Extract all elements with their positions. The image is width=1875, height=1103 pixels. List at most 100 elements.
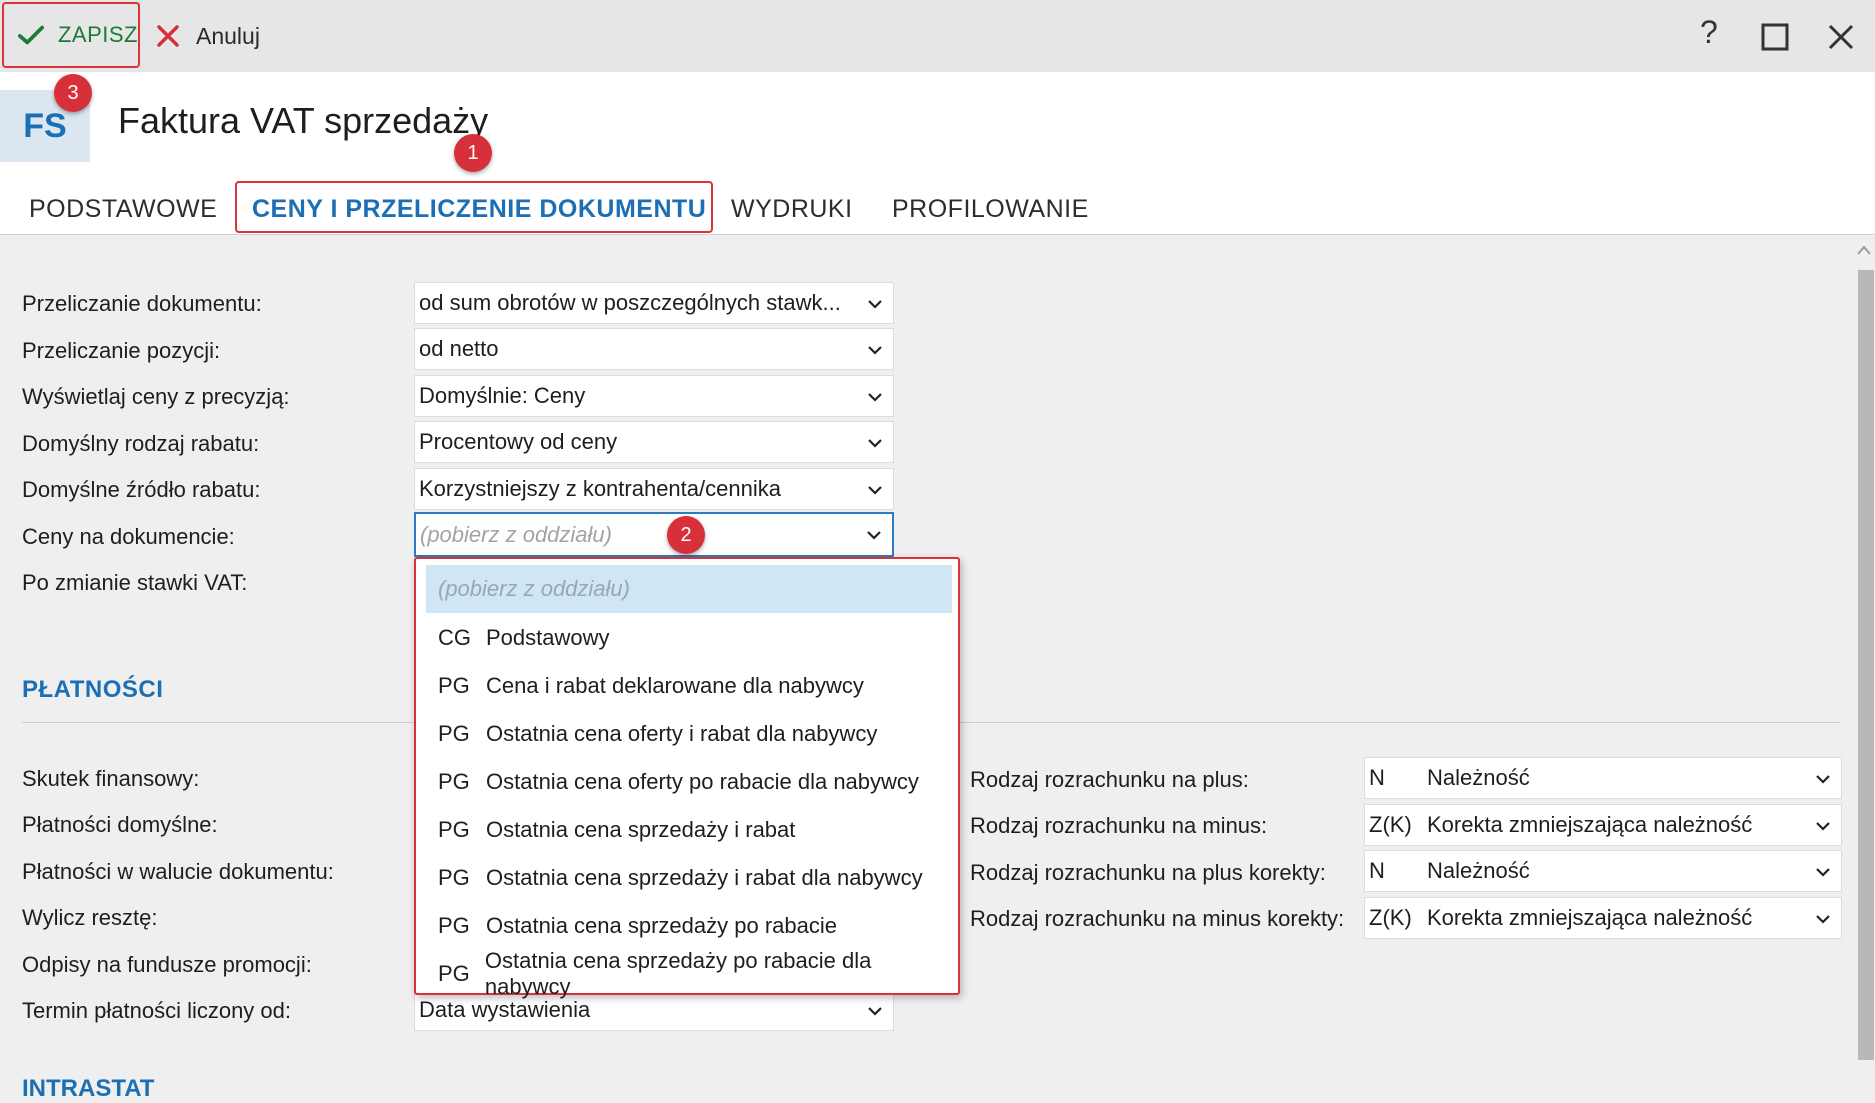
option-code: PG	[438, 769, 470, 794]
option-label: (pobierz z oddziału)	[438, 576, 630, 601]
field-label: Termin płatności liczony od:	[22, 998, 292, 1023]
option-code: PG	[438, 817, 470, 842]
option-label: Ostatnia cena sprzedaży i rabat	[486, 817, 796, 842]
select-code: N	[1369, 765, 1385, 790]
option-label: Ostatnia cena sprzedaży i rabat dla naby…	[486, 865, 923, 890]
dropdown-option[interactable]: PG Ostatnia cena sprzedaży i rabat	[426, 806, 952, 854]
field-label: Płatności w walucie dokumentu:	[22, 859, 334, 884]
field-label: Rodzaj rozrachunku na plus korekty:	[970, 860, 1326, 885]
save-label: ZAPISZ	[57, 22, 138, 47]
chevron-down-icon	[1816, 822, 1830, 831]
option-code: PG	[438, 721, 470, 746]
option-label: Ostatnia cena oferty i rabat dla nabywcy	[486, 721, 878, 746]
scroll-up-icon[interactable]	[1856, 244, 1872, 256]
document-calculation-select[interactable]: od sum obrotów w poszczególnych stawk...	[414, 282, 894, 324]
annotation-marker-1: 1	[454, 134, 492, 172]
select-code: Z(K)	[1369, 905, 1412, 930]
dropdown-option[interactable]: PG Ostatnia cena sprzedaży i rabat dla n…	[426, 854, 952, 902]
chevron-down-icon	[1816, 775, 1830, 784]
chevron-down-icon	[868, 300, 882, 309]
settlement-plus-select[interactable]: N Należność	[1364, 757, 1842, 799]
field-label: Rodzaj rozrachunku na minus:	[970, 813, 1268, 838]
chevron-down-icon	[868, 1007, 882, 1016]
annotation-marker-3: 3	[54, 74, 92, 112]
toolbar	[0, 0, 1875, 72]
discount-type-select[interactable]: Procentowy od ceny	[414, 421, 894, 463]
field-label: Odpisy na fundusze promocji:	[22, 952, 312, 977]
chevron-down-icon	[867, 531, 881, 540]
chevron-down-icon	[868, 439, 882, 448]
dropdown-option[interactable]: PG Ostatnia cena oferty i rabat dla naby…	[426, 710, 952, 758]
chevron-down-icon	[1816, 868, 1830, 877]
chevron-down-icon	[1816, 915, 1830, 924]
annotation-marker-2: 2	[667, 516, 705, 554]
select-value: Korekta zmniejszająca należność	[1427, 905, 1753, 930]
dropdown-option[interactable]: PG Ostatnia cena oferty po rabacie dla n…	[426, 758, 952, 806]
select-value: Należność	[1427, 858, 1530, 883]
scrollbar-thumb[interactable]	[1858, 270, 1874, 1060]
dropdown-option-selected[interactable]: (pobierz z oddziału)	[426, 565, 952, 613]
option-label: Ostatnia cena oferty po rabacie dla naby…	[486, 769, 919, 794]
cancel-button[interactable]: Anuluj	[156, 18, 260, 54]
section-title-intrastat: INTRASTAT	[22, 1075, 155, 1102]
chevron-down-icon	[868, 486, 882, 495]
option-code: PG	[438, 673, 470, 698]
field-label: Domyślne źródło rabatu:	[22, 477, 261, 502]
settlement-minus-select[interactable]: Z(K) Korekta zmniejszająca należność	[1364, 804, 1842, 846]
settlement-minus-correction-select[interactable]: Z(K) Korekta zmniejszająca należność	[1364, 897, 1842, 939]
select-code: N	[1369, 858, 1385, 883]
maximize-icon[interactable]	[1761, 23, 1789, 51]
select-value: od netto	[419, 336, 499, 361]
option-code: PG	[438, 865, 470, 890]
option-label: Ostatnia cena sprzedaży po rabacie	[486, 913, 837, 938]
window-close-icon[interactable]	[1828, 24, 1854, 50]
select-value: Korzystniejszy z kontrahenta/cennika	[419, 476, 781, 501]
field-label: Przeliczanie pozycji:	[22, 338, 221, 363]
save-button[interactable]: ZAPISZ	[2, 2, 140, 68]
option-label: Podstawowy	[486, 625, 610, 650]
tab-wydruki[interactable]: WYDRUKI	[731, 195, 853, 224]
select-value: Procentowy od ceny	[419, 429, 618, 454]
select-value: (pobierz z oddziału)	[420, 521, 612, 547]
select-code: Z(K)	[1369, 812, 1412, 837]
field-label: Wylicz resztę:	[22, 905, 158, 930]
select-value: Należność	[1427, 765, 1530, 790]
option-code: PG	[438, 961, 470, 986]
chevron-down-icon	[868, 393, 882, 402]
help-icon[interactable]: ?	[1700, 14, 1718, 51]
section-title-payments: PŁATNOŚCI	[22, 676, 164, 703]
select-value: Data wystawienia	[419, 997, 591, 1022]
settlement-plus-correction-select[interactable]: N Należność	[1364, 850, 1842, 892]
dropdown-option[interactable]: PG Ostatnia cena sprzedaży po rabacie dl…	[426, 948, 952, 999]
prices-dropdown-list: (pobierz z oddziału) CG Podstawowy PG Ce…	[414, 557, 960, 999]
tab-ceny-i-przeliczenie[interactable]: CENY I PRZELICZENIE DOKUMENTU	[252, 195, 706, 224]
price-precision-select[interactable]: Domyślnie: Ceny	[414, 375, 894, 417]
field-label: Domyślny rodzaj rabatu:	[22, 431, 260, 456]
field-label: Przeliczanie dokumentu:	[22, 291, 262, 316]
field-label: Płatności domyślne:	[22, 812, 218, 837]
field-label: Ceny na dokumencie:	[22, 524, 235, 549]
tab-profilowanie[interactable]: PROFILOWANIE	[892, 195, 1089, 224]
field-label: Po zmianie stawki VAT:	[22, 570, 248, 595]
field-label: Wyświetlaj ceny z precyzją:	[22, 384, 290, 409]
dropdown-option[interactable]: PG Ostatnia cena sprzedaży po rabacie	[426, 902, 952, 950]
option-label: Cena i rabat deklarowane dla nabywcy	[486, 673, 864, 698]
option-code: PG	[438, 913, 470, 938]
field-label: Skutek finansowy:	[22, 766, 200, 791]
check-icon	[18, 25, 44, 45]
select-value: Korekta zmniejszająca należność	[1427, 812, 1753, 837]
cancel-label: Anuluj	[196, 22, 260, 49]
select-value: od sum obrotów w poszczególnych stawk...	[419, 290, 841, 315]
dropdown-option[interactable]: CG Podstawowy	[426, 614, 952, 662]
field-label: Rodzaj rozrachunku na plus:	[970, 767, 1249, 792]
tab-podstawowe[interactable]: PODSTAWOWE	[29, 195, 217, 224]
option-code: CG	[438, 625, 471, 650]
discount-source-select[interactable]: Korzystniejszy z kontrahenta/cennika	[414, 468, 894, 510]
item-calculation-select[interactable]: od netto	[414, 328, 894, 370]
document-title: Faktura VAT sprzedaży	[118, 100, 489, 141]
close-x-icon	[157, 25, 179, 47]
option-label: Ostatnia cena sprzedaży po rabacie dla n…	[484, 948, 872, 999]
document-prices-select[interactable]: (pobierz z oddziału)	[414, 512, 894, 557]
dropdown-option[interactable]: PG Cena i rabat deklarowane dla nabywcy	[426, 662, 952, 710]
chevron-down-icon	[868, 346, 882, 355]
